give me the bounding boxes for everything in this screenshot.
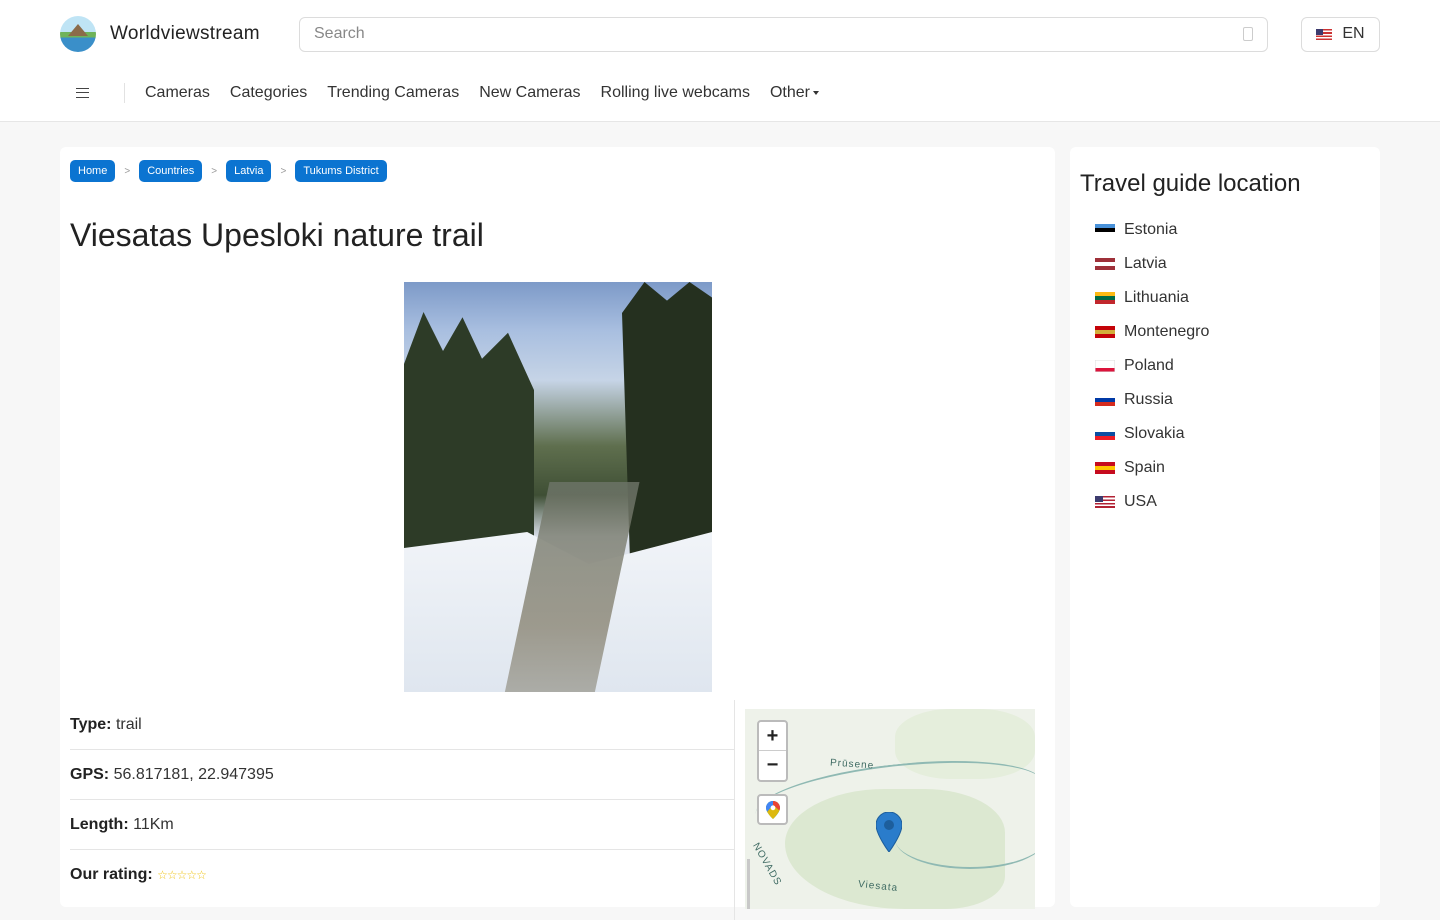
lithuania-flag-icon [1095,292,1115,304]
travel-guide-sidebar: Travel guide location Estonia Latvia Lithu… [1070,147,1380,907]
gps-label: GPS: [70,766,110,783]
country-label: Estonia [1124,221,1178,238]
breadcrumb-separator: > [124,165,131,177]
nav-new-cameras[interactable]: New Cameras [479,84,580,102]
nav-rolling-webcams[interactable]: Rolling live webcams [601,84,750,102]
google-maps-button[interactable] [757,794,788,825]
country-item-lithuania[interactable]: Lithuania [1095,281,1209,315]
nav-categories[interactable]: Categories [230,84,307,102]
google-maps-icon [765,800,780,819]
us-flag-icon [1316,28,1333,40]
site-name[interactable]: Worldviewstream [110,23,285,45]
country-item-usa[interactable]: USA [1095,485,1209,519]
search-icon[interactable] [1243,27,1253,41]
poland-flag-icon [1095,360,1115,372]
type-value: trail [115,716,142,733]
latvia-flag-icon [1095,258,1115,270]
spain-flag-icon [1095,462,1115,474]
nav-cameras[interactable]: Cameras [145,84,210,102]
property-gps: GPS: 56.817181, 22.947395 [70,750,734,800]
country-list: Estonia Latvia Lithuania Montenegro Poland Ru… [1095,213,1209,519]
country-label: Montenegro [1124,323,1210,340]
estonia-flag-icon [1095,224,1115,236]
country-label: Russia [1124,391,1173,408]
breadcrumb-separator: > [280,165,287,177]
property-length: Length: 11Km [70,800,734,850]
breadcrumb-home[interactable]: Home [70,160,116,182]
country-label: Slovakia [1124,425,1185,442]
zoom-out-button[interactable]: − [759,751,786,780]
nav-trending-cameras[interactable]: Trending Cameras [327,84,459,102]
country-item-estonia[interactable]: Estonia [1095,213,1209,247]
type-label: Type: [70,716,112,733]
photo-forest-left [404,312,534,572]
breadcrumb-tukums-district[interactable]: Tukums District [295,160,387,182]
rating-stars-icon: ☆☆☆☆☆ [157,868,207,882]
map-zoom-control: + − [757,720,788,782]
nav-other-dropdown[interactable]: Other [770,84,819,102]
nav-divider [124,83,125,103]
caret-down-icon [812,90,819,95]
map-river [895,809,1035,869]
length-value: 11Km [133,816,174,833]
country-label: Spain [1124,459,1165,476]
country-label: Poland [1124,357,1174,374]
logo-icon[interactable] [60,16,96,52]
sidebar-title: Travel guide location [1080,170,1301,197]
location-map[interactable]: Prūsene Viesata NOVADS + − [745,709,1035,909]
breadcrumb-separator: > [211,165,218,177]
country-label: Latvia [1124,255,1167,272]
rating-label: Our rating: [70,866,153,883]
trail-properties: Type: trail GPS: 56.817181, 22.947395 Le… [70,700,734,900]
nav-other-label: Other [769,84,810,101]
language-label: EN [1342,25,1365,42]
breadcrumb: Home > Countries > Latvia > Tukums Distr… [70,160,387,182]
country-item-spain[interactable]: Spain [1095,451,1209,485]
country-item-latvia[interactable]: Latvia [1095,247,1209,281]
property-type: Type: trail [70,700,734,750]
length-label: Length: [70,816,129,833]
country-item-poland[interactable]: Poland [1095,349,1209,383]
page-title: Viesatas Upesloki nature trail [70,217,484,253]
breadcrumb-latvia[interactable]: Latvia [226,160,272,182]
zoom-in-button[interactable]: + [759,722,786,751]
map-road [747,859,750,909]
breadcrumb-countries[interactable]: Countries [139,160,203,182]
map-marker-icon[interactable] [876,812,902,852]
map-label-region: NOVADS [750,841,784,888]
top-bar: Worldviewstream EN [60,16,1380,52]
country-label: Lithuania [1124,289,1189,306]
usa-flag-icon [1095,496,1115,508]
menu-icon[interactable] [76,88,89,98]
language-button[interactable]: EN [1301,16,1380,52]
russia-flag-icon [1095,394,1115,406]
search-input[interactable] [314,25,1243,43]
trail-photo[interactable] [404,282,712,692]
country-item-montenegro[interactable]: Montenegro [1095,315,1209,349]
country-item-russia[interactable]: Russia [1095,383,1209,417]
property-rating: Our rating: ☆☆☆☆☆ [70,850,734,900]
country-item-slovakia[interactable]: Slovakia [1095,417,1209,451]
site-header: Worldviewstream EN Cameras Categories Tr… [0,0,1440,122]
map-label-prusene: Prūsene [829,757,875,772]
gps-value: 56.817181, 22.947395 [113,766,274,783]
main-nav: Cameras Categories Trending Cameras New … [60,80,839,106]
search-box[interactable] [299,16,1268,52]
main-card: Home > Countries > Latvia > Tukums Distr… [60,147,1055,920]
slovakia-flag-icon [1095,428,1115,440]
country-label: USA [1124,493,1157,510]
montenegro-flag-icon [1095,326,1115,338]
column-divider [734,700,735,920]
